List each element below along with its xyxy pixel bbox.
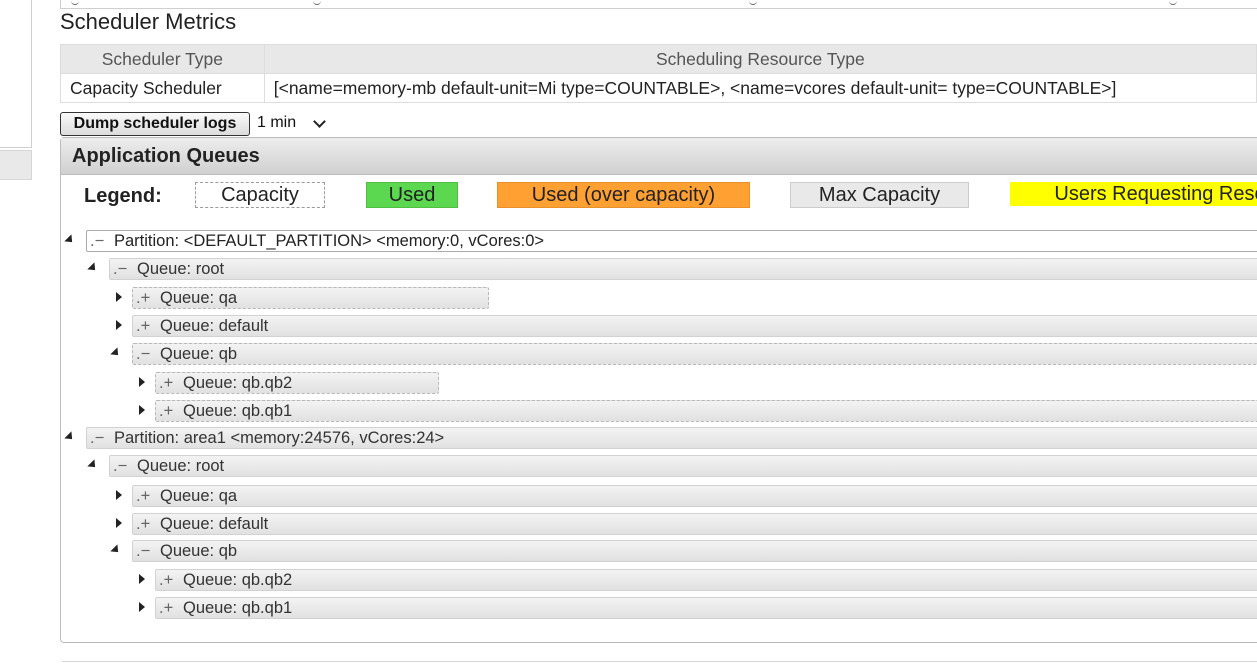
queue-node-qb[interactable]: .− Queue: qb bbox=[132, 540, 1257, 562]
cell-resource-type: [<name=memory-mb default-unit=Mi type=CO… bbox=[263, 73, 1257, 103]
minus-icon: .− bbox=[136, 542, 151, 560]
queue-node-default[interactable]: .+ Queue: default bbox=[132, 315, 1257, 337]
minus-icon: .− bbox=[90, 429, 105, 447]
minus-icon: .− bbox=[113, 260, 128, 278]
queue-node-qb-qb1[interactable]: .+ Queue: qb.qb1 bbox=[155, 597, 1257, 619]
queue-node-qa[interactable]: .+ Queue: qa bbox=[132, 485, 1257, 507]
node-label: Queue: default bbox=[160, 317, 269, 335]
truncated-table-row bbox=[60, 0, 1257, 9]
legend-max-capacity: Max Capacity bbox=[790, 182, 969, 208]
minus-icon: .− bbox=[136, 345, 151, 363]
plus-icon: .+ bbox=[136, 317, 151, 335]
cell-scheduler-type: Capacity Scheduler bbox=[60, 73, 265, 103]
column-header-resource-type[interactable]: Scheduling Resource Type bbox=[263, 44, 1257, 74]
expand-triangle-icon[interactable] bbox=[116, 292, 122, 302]
queue-node-root[interactable]: .− Queue: root bbox=[109, 455, 1257, 477]
legend-users-requesting-resources: Users Requesting Reso bbox=[1010, 182, 1257, 206]
partition-node[interactable]: .− Partition: <DEFAULT_PARTITION> <memory… bbox=[86, 230, 1257, 252]
minus-icon: .− bbox=[90, 232, 105, 250]
queue-node-qb-qb2[interactable]: .+ Queue: qb.qb2 bbox=[155, 569, 1257, 591]
plus-icon: .+ bbox=[136, 487, 151, 505]
queue-node-qb[interactable]: .− Queue: qb bbox=[132, 343, 1257, 365]
node-label: Queue: root bbox=[137, 260, 225, 278]
node-label: Queue: qa bbox=[160, 289, 238, 307]
plus-icon: .+ bbox=[136, 515, 151, 533]
node-label: Queue: qb bbox=[160, 542, 238, 560]
node-label: Queue: qa bbox=[160, 487, 238, 505]
legend: Legend: Capacity Used Used (over capacit… bbox=[84, 181, 1257, 211]
partition-node[interactable]: .− Partition: area1 <memory:24576, vCores… bbox=[86, 427, 1257, 449]
queue-node-root[interactable]: .− Queue: root bbox=[109, 258, 1257, 280]
expand-triangle-icon[interactable] bbox=[139, 574, 145, 584]
sidebar-item[interactable] bbox=[0, 150, 32, 180]
minus-icon: .− bbox=[113, 457, 128, 475]
legend-used-over-capacity: Used (over capacity) bbox=[497, 182, 750, 208]
node-label: Queue: qb bbox=[160, 345, 238, 363]
node-label: Partition: <DEFAULT_PARTITION> <memory:0… bbox=[114, 232, 545, 250]
expand-triangle-icon[interactable] bbox=[116, 490, 122, 500]
plus-icon: .+ bbox=[159, 374, 174, 392]
queue-node-qa[interactable]: .+ Queue: qa bbox=[132, 287, 489, 309]
expand-triangle-icon[interactable] bbox=[139, 405, 145, 415]
scheduler-metrics-table: Scheduler Type Scheduling Resource Type … bbox=[60, 44, 1257, 103]
queue-node-qb-qb2[interactable]: .+ Queue: qb.qb2 bbox=[155, 372, 439, 394]
divider bbox=[62, 661, 1257, 662]
expand-triangle-icon[interactable] bbox=[139, 377, 145, 387]
node-label: Queue: default bbox=[160, 515, 269, 533]
queue-node-qb-qb1[interactable]: .+ Queue: qb.qb1 bbox=[155, 400, 1257, 422]
expand-triangle-icon[interactable] bbox=[116, 518, 122, 528]
sidebar-panel bbox=[0, 0, 32, 148]
chevron-down-icon bbox=[313, 115, 326, 128]
column-header-scheduler-type[interactable]: Scheduler Type bbox=[60, 44, 265, 74]
legend-used: Used bbox=[366, 182, 458, 208]
plus-icon: .+ bbox=[136, 289, 151, 307]
node-label: Queue: qb.qb2 bbox=[183, 571, 293, 589]
node-label: Queue: qb.qb2 bbox=[183, 374, 293, 392]
node-label: Queue: qb.qb1 bbox=[183, 402, 293, 420]
dump-interval-select[interactable]: 1 min bbox=[257, 114, 326, 132]
node-label: Partition: area1 <memory:24576, vCores:2… bbox=[114, 429, 445, 447]
plus-icon: .+ bbox=[159, 571, 174, 589]
queue-node-default[interactable]: .+ Queue: default bbox=[132, 513, 1257, 535]
dump-interval-value: 1 min bbox=[257, 114, 297, 131]
plus-icon: .+ bbox=[159, 599, 174, 617]
application-queues-header[interactable]: Application Queues bbox=[61, 138, 1257, 175]
legend-capacity: Capacity bbox=[195, 182, 325, 208]
legend-label: Legend: bbox=[84, 185, 162, 207]
dump-scheduler-logs-button[interactable]: Dump scheduler logs bbox=[60, 112, 250, 136]
expand-triangle-icon[interactable] bbox=[139, 602, 145, 612]
scheduler-metrics-title: Scheduler Metrics bbox=[60, 9, 237, 34]
plus-icon: .+ bbox=[159, 402, 174, 420]
node-label: Queue: qb.qb1 bbox=[183, 599, 293, 617]
node-label: Queue: root bbox=[137, 457, 225, 475]
expand-triangle-icon[interactable] bbox=[116, 320, 122, 330]
